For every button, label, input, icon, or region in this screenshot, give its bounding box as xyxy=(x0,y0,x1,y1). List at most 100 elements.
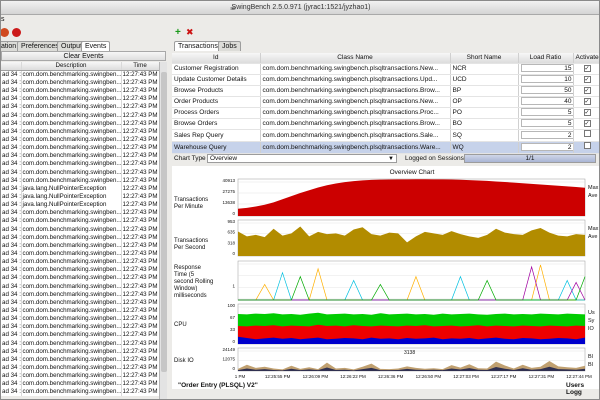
load-ratio-input[interactable]: 40 xyxy=(520,97,572,105)
column-header-activated[interactable]: Activated xyxy=(573,53,599,64)
load-ratio-input[interactable]: 50 xyxy=(520,86,572,94)
table-row[interactable]: ad 34 : com.dom.benchmarking.swingben... 1… xyxy=(1,168,160,177)
load-ratio-input[interactable]: 2 xyxy=(520,142,572,151)
transaction-short-name-cell[interactable]: WQ xyxy=(450,141,519,154)
activated-checkbox[interactable]: ✓ xyxy=(583,120,591,127)
load-ratio-input[interactable]: 10 xyxy=(520,75,572,83)
table-row[interactable]: ad 34 : com.dom.benchmarking.swingben... 1… xyxy=(1,331,160,340)
table-row[interactable]: ad 34 : com.dom.benchmarking.swingben... 1… xyxy=(1,127,160,136)
table-row[interactable]: ad 34 : com.dom.benchmarking.swingben... 1… xyxy=(1,241,160,250)
table-row[interactable]: ad 34 : com.dom.benchmarking.swingben... 1… xyxy=(1,323,160,332)
table-row[interactable]: ad 34 : com.dom.benchmarking.swingben... 1… xyxy=(1,119,160,128)
transaction-id-cell[interactable]: Order Products xyxy=(172,96,261,108)
table-row[interactable]: ad 34 : com.dom.benchmarking.swingben... 1… xyxy=(1,79,160,88)
table-row[interactable]: ad 34 : com.dom.benchmarking.swingben... 1… xyxy=(1,388,160,397)
transaction-id-cell[interactable]: Update Customer Details xyxy=(172,74,261,86)
table-row[interactable]: ad 34 : com.dom.benchmarking.swingben... 1… xyxy=(1,87,160,96)
table-row[interactable]: ad 34 : com.dom.benchmarking.swingben... 1… xyxy=(1,95,160,104)
table-row[interactable]: ad 34 : com.dom.benchmarking.swingben... 1… xyxy=(1,266,160,275)
activated-checkbox[interactable]: ✓ xyxy=(583,65,591,72)
table-row[interactable]: ad 34 : com.dom.benchmarking.swingben... 1… xyxy=(1,70,160,79)
table-row[interactable]: ad 34 : java.lang.NullPointerException 12:… xyxy=(1,184,160,193)
table-row[interactable]: ad 34 : com.dom.benchmarking.swingben... 1… xyxy=(1,355,160,364)
transaction-short-name-cell[interactable]: SQ xyxy=(450,129,519,142)
table-row[interactable]: ad 34 : com.dom.benchmarking.swingben... 1… xyxy=(1,225,160,234)
load-ratio-input[interactable]: 5 xyxy=(520,108,572,116)
transaction-short-name-cell[interactable]: OP xyxy=(450,96,519,108)
load-ratio-input[interactable]: 5 xyxy=(520,119,572,127)
table-row[interactable]: ad 34 : com.dom.benchmarking.swingben... 1… xyxy=(1,258,160,267)
tab-events[interactable]: Events xyxy=(81,41,111,51)
table-row[interactable]: ad 34 : java.lang.NullPointerException 12:… xyxy=(1,192,160,202)
transaction-class-cell[interactable]: com.dom.benchmarking.swingbench.plsqltra… xyxy=(260,141,451,154)
table-row[interactable]: ad 34 : com.dom.benchmarking.swingben... 1… xyxy=(1,103,160,112)
table-row[interactable]: ad 34 : com.dom.benchmarking.swingben... 1… xyxy=(1,144,160,153)
transaction-short-name-cell[interactable]: BO xyxy=(450,118,519,130)
table-row[interactable]: ad 34 : com.dom.benchmarking.swingben... 1… xyxy=(1,347,160,356)
transaction-class-cell[interactable]: com.dom.benchmarking.swingbench.plsqltra… xyxy=(260,96,451,108)
table-row[interactable]: ad 34 : com.dom.benchmarking.swingben... 1… xyxy=(1,152,160,161)
table-row[interactable]: ad 34 : com.dom.benchmarking.swingben... 1… xyxy=(1,111,160,120)
table-row[interactable]: ad 34 : com.dom.benchmarking.swingben... 1… xyxy=(1,298,160,307)
table-row[interactable]: ad 34 : com.dom.benchmarking.swingben... 1… xyxy=(1,217,160,226)
table-row[interactable]: Order Products com.dom.benchmarking.swing… xyxy=(172,96,599,108)
title-bar[interactable]: ☕ SwingBench 2.5.0.971 (jyrac1:1521/jyzh… xyxy=(1,1,599,15)
activated-checkbox[interactable] xyxy=(583,130,591,137)
activated-checkbox[interactable]: ✓ xyxy=(583,76,591,83)
transaction-class-cell[interactable]: com.dom.benchmarking.swingbench.plsqltra… xyxy=(260,129,451,142)
load-ratio-input[interactable]: 2 xyxy=(520,130,572,139)
events-scrollbar[interactable] xyxy=(159,62,167,399)
load-ratio-input[interactable]: 15 xyxy=(520,64,572,72)
menu-item-settings[interactable]: s xyxy=(1,15,5,25)
table-row[interactable]: Warehouse Query com.dom.benchmarking.swin… xyxy=(172,141,599,154)
table-row[interactable]: ad 34 : java.lang.NullPointerException 12:… xyxy=(1,201,160,210)
transaction-class-cell[interactable]: com.dom.benchmarking.swingbench.plsqltra… xyxy=(260,85,451,97)
table-row[interactable]: ad 34 : com.dom.benchmarking.swingben... 1… xyxy=(1,372,160,381)
column-header-class-name[interactable]: Class Name xyxy=(260,53,451,64)
table-row[interactable]: ad 34 : com.dom.benchmarking.swingben... 1… xyxy=(1,209,160,218)
tab-transactions[interactable]: Transactions xyxy=(174,41,222,51)
column-header-source[interactable] xyxy=(1,62,22,71)
column-header-load-ratio[interactable]: Load Ratio xyxy=(518,53,574,64)
table-row[interactable]: ad 34 : com.dom.benchmarking.swingben... 1… xyxy=(1,160,160,169)
activated-checkbox[interactable]: ✓ xyxy=(583,109,591,116)
table-row[interactable]: ad 34 : com.dom.benchmarking.swingben... 1… xyxy=(1,176,160,185)
tab-preferences[interactable]: Preferences xyxy=(17,41,63,51)
table-row[interactable]: ad 34 : com.dom.benchmarking.swingben... 1… xyxy=(1,315,160,324)
transaction-short-name-cell[interactable]: NCR xyxy=(450,63,519,75)
activated-checkbox[interactable]: ✓ xyxy=(583,98,591,105)
tab-jobs[interactable]: Jobs xyxy=(218,41,241,51)
table-row[interactable]: ad 34 : com.dom.benchmarking.swingben... 1… xyxy=(1,249,160,259)
run-icon[interactable] xyxy=(1,28,9,37)
table-row[interactable]: ad 34 : com.dom.benchmarking.swingben... 1… xyxy=(1,274,160,283)
scrollbar-thumb[interactable] xyxy=(161,72,167,372)
column-header-short-name[interactable]: Short Name xyxy=(450,53,519,64)
column-header-time[interactable]: Time xyxy=(121,62,160,71)
table-row[interactable]: Browse Products com.dom.benchmarking.swin… xyxy=(172,85,599,97)
table-row[interactable]: ad 34 : com.dom.benchmarking.swingben... 1… xyxy=(1,339,160,348)
transaction-class-cell[interactable]: com.dom.benchmarking.swingbench.plsqltra… xyxy=(260,63,451,75)
table-row[interactable]: ad 34 : com.dom.benchmarking.swingben... 1… xyxy=(1,290,160,299)
table-row[interactable]: Update Customer Details com.dom.benchmark… xyxy=(172,74,599,86)
column-header-description[interactable]: Description xyxy=(21,62,122,71)
transaction-id-cell[interactable]: Customer Registration xyxy=(172,63,261,75)
table-row[interactable]: Process Orders com.dom.benchmarking.swing… xyxy=(172,107,599,119)
add-icon[interactable]: + xyxy=(175,28,184,38)
table-row[interactable]: Browse Orders com.dom.benchmarking.swingb… xyxy=(172,118,599,130)
transaction-class-cell[interactable]: com.dom.benchmarking.swingbench.plsqltra… xyxy=(260,118,451,130)
table-row[interactable]: ad 34 : com.dom.benchmarking.swingben... 1… xyxy=(1,363,160,373)
table-row[interactable]: ad 34 : com.dom.benchmarking.swingben... 1… xyxy=(1,380,160,389)
table-row[interactable]: Sales Rep Query com.dom.benchmarking.swin… xyxy=(172,129,599,142)
transaction-id-cell[interactable]: Browse Orders xyxy=(172,118,261,130)
transaction-short-name-cell[interactable]: BP xyxy=(450,85,519,97)
transaction-id-cell[interactable]: Sales Rep Query xyxy=(172,129,261,142)
transaction-id-cell[interactable]: Browse Products xyxy=(172,85,261,97)
transaction-short-name-cell[interactable]: PO xyxy=(450,107,519,119)
transaction-id-cell[interactable]: Process Orders xyxy=(172,107,261,119)
table-row[interactable]: ad 34 : com.dom.benchmarking.swingben... 1… xyxy=(1,282,160,291)
delete-icon[interactable]: ✖ xyxy=(186,28,195,37)
clear-events-button[interactable]: Clear Events xyxy=(1,51,166,61)
table-row[interactable]: ad 34 : com.dom.benchmarking.swingben... 1… xyxy=(1,135,160,145)
transaction-class-cell[interactable]: com.dom.benchmarking.swingbench.plsqltra… xyxy=(260,74,451,86)
transaction-short-name-cell[interactable]: UCD xyxy=(450,74,519,86)
